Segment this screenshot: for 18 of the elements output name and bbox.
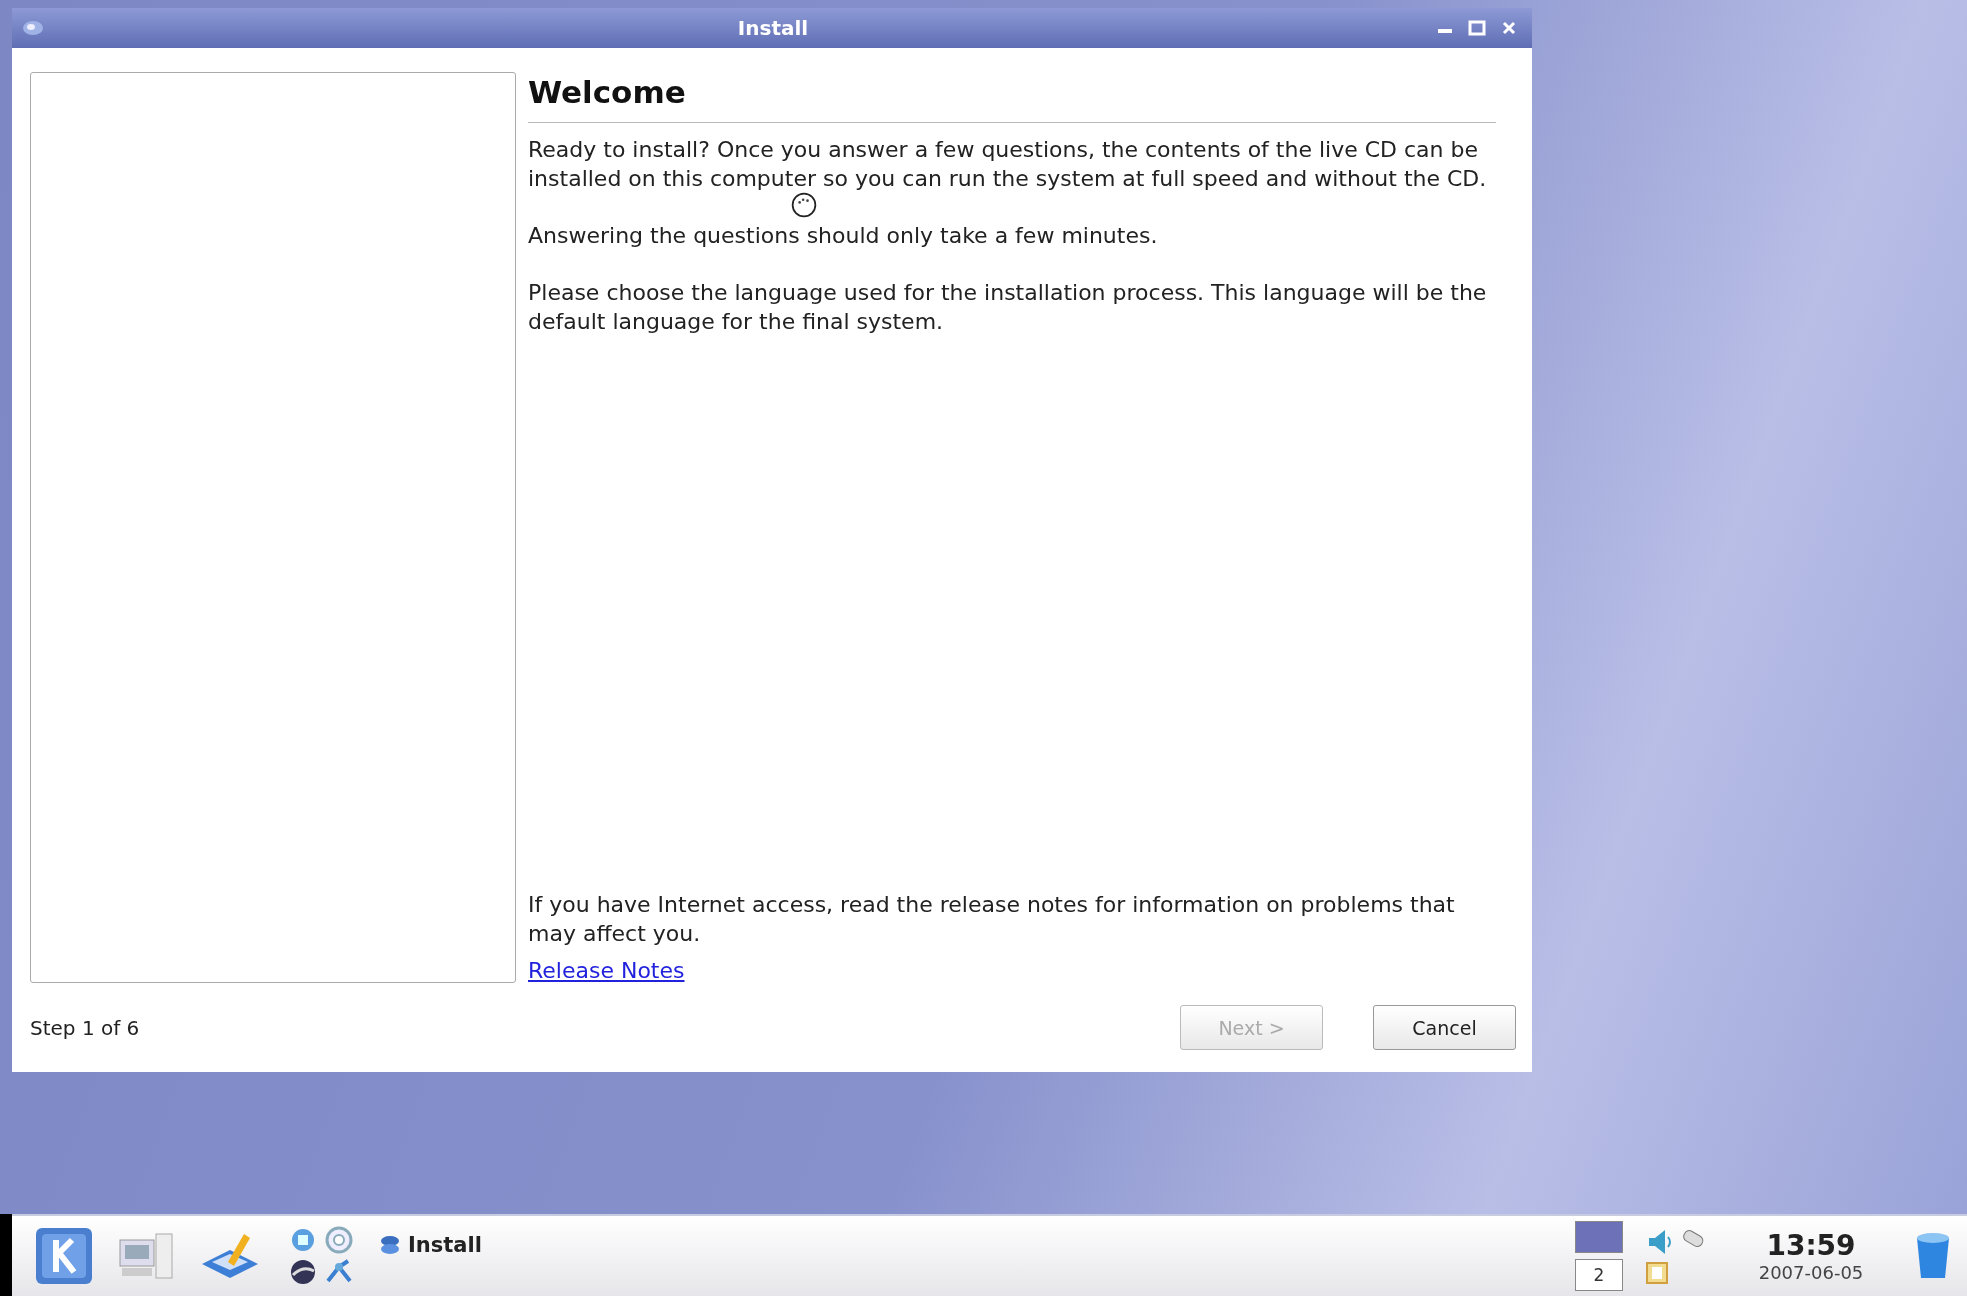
clock-time[interactable]: 13:59	[1766, 1229, 1856, 1262]
pager-desktop[interactable]: 2	[1575, 1259, 1623, 1291]
taskbar-task[interactable]: Install	[378, 1233, 482, 1257]
intro-text: Please choose the language used for the installation process. This language will be the default language for the final system.	[528, 279, 1488, 336]
clipboard-icon[interactable]	[1645, 1261, 1669, 1285]
intro-text: Answering the questions should only take a few minutes.	[528, 222, 1159, 250]
release-notes-text: If you have Internet access, read the release notes for information on problems that may affect you.	[528, 891, 1456, 948]
k-menu-icon[interactable]	[34, 1226, 94, 1286]
window-title: Install	[736, 16, 810, 40]
task-label: Install	[408, 1233, 482, 1257]
app-icon[interactable]	[22, 19, 44, 37]
step-indicator: Step 1 of 6	[30, 1015, 140, 1040]
busy-cursor-icon	[790, 191, 818, 219]
page-heading: Welcome	[528, 73, 687, 112]
release-notes-link[interactable]: Release Notes	[528, 958, 685, 983]
intro-text: Ready to install? Once you answer a few questions, the contents of the live CD can be installed on this computer so you can run the system at full speed and without the CD.	[528, 136, 1488, 193]
clock-date[interactable]: 2007-06-05	[1758, 1262, 1864, 1283]
cancel-button[interactable]: Cancel	[1373, 1005, 1516, 1050]
